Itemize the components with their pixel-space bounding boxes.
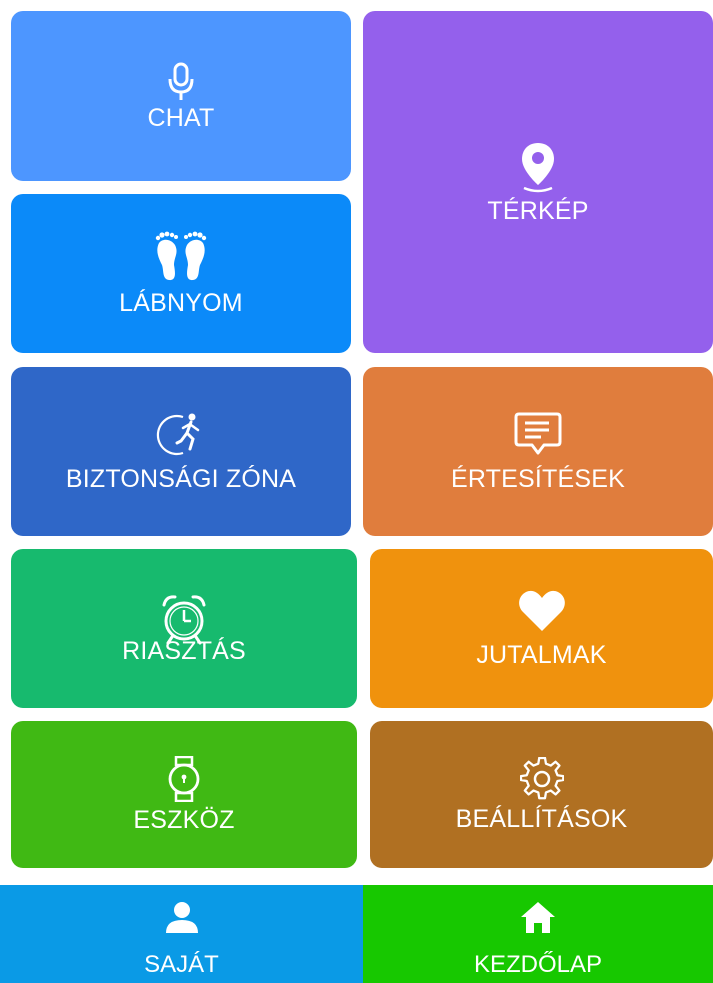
running-person-icon bbox=[153, 411, 209, 457]
heart-icon bbox=[517, 589, 567, 633]
alarm-tile[interactable]: RIASZTÁS bbox=[11, 549, 357, 708]
chat-label: CHAT bbox=[147, 103, 215, 132]
chat-tile[interactable]: CHAT bbox=[11, 11, 351, 181]
device-tile[interactable]: ESZKÖZ bbox=[11, 721, 357, 868]
footprints-icon bbox=[153, 231, 209, 283]
notifications-label: ÉRTESÍTÉSEK bbox=[450, 465, 625, 493]
nav-home-label: KEZDŐLAP bbox=[473, 951, 603, 978]
map-tile[interactable]: TÉRKÉP bbox=[363, 11, 713, 353]
gear-icon bbox=[519, 757, 564, 801]
watch-icon bbox=[167, 756, 201, 802]
location-pin-icon bbox=[518, 141, 558, 195]
rewards-label: JUTALMAK bbox=[476, 641, 607, 669]
settings-label: BEÁLLÍTÁSOK bbox=[455, 805, 628, 833]
footprint-tile[interactable]: LÁBNYOM bbox=[11, 194, 351, 353]
alarm-label: RIASZTÁS bbox=[122, 637, 246, 665]
notifications-tile[interactable]: ÉRTESÍTÉSEK bbox=[363, 367, 713, 536]
map-label: TÉRKÉP bbox=[487, 196, 589, 225]
safe-zone-label: BIZTONSÁGI ZÓNA bbox=[65, 465, 297, 493]
settings-tile[interactable]: BEÁLLÍTÁSOK bbox=[370, 721, 713, 868]
microphone-icon bbox=[166, 62, 196, 102]
nav-home-button[interactable]: KEZDŐLAP bbox=[363, 885, 713, 983]
person-icon bbox=[164, 900, 200, 939]
rewards-tile[interactable]: JUTALMAK bbox=[370, 549, 713, 708]
home-icon bbox=[519, 900, 557, 939]
footprint-label: LÁBNYOM bbox=[119, 289, 243, 317]
safe-zone-tile[interactable]: BIZTONSÁGI ZÓNA bbox=[11, 367, 351, 536]
device-label: ESZKÖZ bbox=[133, 806, 235, 834]
message-icon bbox=[513, 411, 563, 457]
nav-profile-button[interactable]: SAJÁT bbox=[0, 885, 363, 983]
nav-profile-label: SAJÁT bbox=[144, 951, 219, 978]
